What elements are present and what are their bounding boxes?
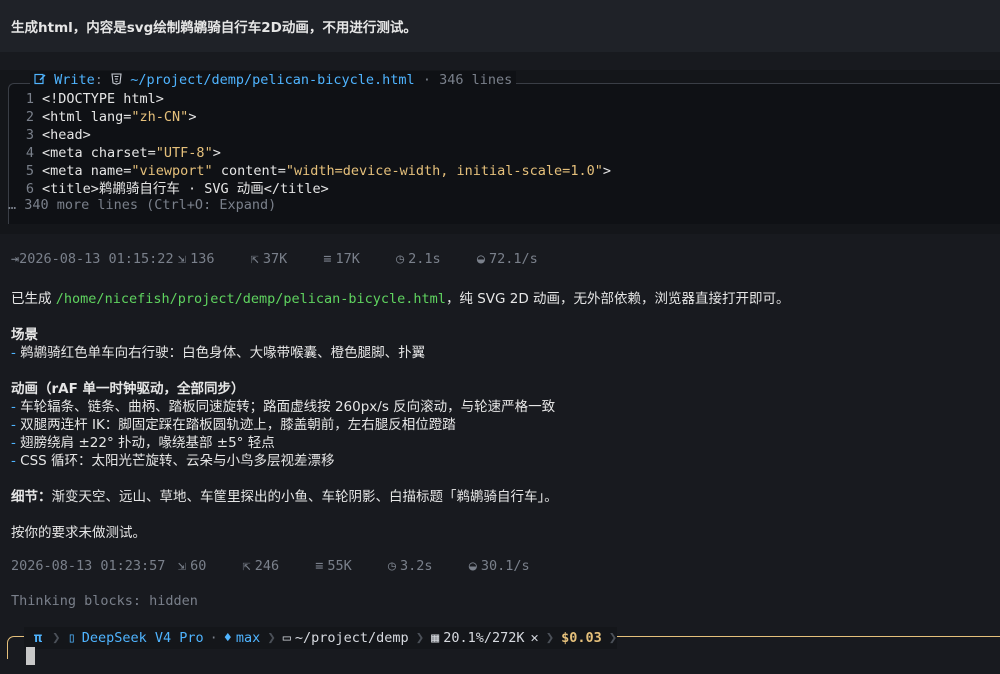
code-line: 5 <meta name="viewport" content="width=de… [0, 162, 611, 180]
list-item: - 车轮辐条、链条、曲柄、踏板同速旋转；路面虚线按 260px/s 反向滚动，与… [11, 399, 556, 415]
answer-summary: 已生成 /home/nicefish/project/demp/pelican-… [11, 291, 790, 307]
input-tokens-icon: ⇲ [178, 558, 187, 574]
folder-icon: ▭ [282, 630, 291, 646]
code-token: > [602, 163, 611, 179]
app-logo: π [34, 630, 43, 646]
code-token: > [188, 109, 197, 125]
chevron-right-icon: ❯ [545, 630, 555, 646]
tool-call-header[interactable]: Write: ~/project/demp/pelican-bicycle.ht… [30, 71, 517, 89]
cost-indicator: $0.03 [561, 630, 602, 646]
section-title-animation: 动画（rAF 单一时钟驱动，全部同步） [11, 381, 245, 397]
code-line: 1 <!DOCTYPE html> [0, 90, 164, 108]
cache-icon: ≡ [315, 558, 324, 574]
cwd-path: ~/project/demp [294, 630, 409, 646]
code-token: <html lang= [42, 109, 132, 125]
file-path-link[interactable]: ~/project/demp/pelican-bicycle.html [130, 72, 414, 88]
window-icon: ▦ [431, 630, 440, 646]
line-number: 2 [25, 109, 34, 125]
context-value: 20.1%/272K [443, 630, 525, 646]
line-number: 5 [25, 163, 34, 179]
code-string: "zh-CN" [131, 109, 189, 125]
status-bar: π ❯ ▯ DeepSeek V4 Pro · ♦ max ❯ ▭ ~/proj… [24, 627, 618, 649]
line-number: 6 [25, 181, 34, 197]
stat-output: 37K [262, 251, 288, 267]
tool-call-block: Write: ~/project/demp/pelican-bicycle.ht… [0, 70, 1000, 234]
clock-icon: ◷ [396, 251, 405, 267]
chevron-right-icon: ❯ [267, 630, 276, 646]
stat-timestamp: 2026-08-13 01:23:57 [11, 558, 166, 574]
text-cursor [26, 647, 35, 665]
code-string: "viewport" [131, 163, 213, 179]
tool-verb: Write [54, 72, 95, 88]
line-number: 3 [25, 127, 34, 143]
stats-values: ⇲ 60 ⇱ 246 ≡ 55K ◷ 3.2s ◒ 30.1/s [178, 558, 558, 574]
cache-icon: ≡ [323, 251, 332, 267]
user-message: 生成html，内容是svg绘制鹈鹕骑自行车2D动画，不用进行测试。 [0, 0, 1000, 52]
code-token: <!DOCTYPE html> [42, 91, 164, 107]
thinking-status[interactable]: Thinking blocks: hidden [11, 593, 198, 609]
output-tokens-icon: ⇱ [250, 251, 259, 267]
tools-icon: ✕ [530, 630, 539, 646]
input-tokens-icon: ⇲ [178, 251, 187, 267]
stats-bar: ⇥2026-08-13 01:15:22 [11, 251, 188, 267]
stat-timestamp: 2026-08-13 01:15:22 [19, 251, 174, 267]
model-selector[interactable]: ▯ DeepSeek V4 Pro · ♦ max [61, 628, 268, 648]
code-token: <title>鹈鹕骑自行车 · SVG 动画</title> [42, 181, 329, 197]
stats-bar: 2026-08-13 01:23:57 [11, 558, 179, 574]
code-line: 4 <meta charset="UTF-8"> [0, 144, 221, 162]
stats-values: ⇲ 136 ⇱ 37K ≡ 17K ◷ 2.1s ◒ 72.1/s [178, 251, 566, 267]
expand-hint[interactable]: … 340 more lines (Ctrl+O: Expand) [8, 197, 276, 213]
stat-time: 3.2s [400, 558, 433, 574]
model-name: DeepSeek V4 Pro [81, 630, 204, 646]
stat-cache: 17K [335, 251, 360, 267]
speed-icon: ◒ [476, 251, 485, 267]
stat-time: 2.1s [408, 251, 441, 267]
stat-input: 60 [190, 558, 207, 574]
code-line: 6 <title>鹈鹕骑自行车 · SVG 动画</title> [0, 180, 329, 198]
html-file-icon [111, 72, 130, 88]
stat-cache: 55K [327, 558, 352, 574]
list-item: - 鹈鹕骑红色单车向右行驶：白色身体、大喙带喉囊、橙色腿脚、扑翼 [11, 345, 426, 361]
list-item: - 翅膀绕肩 ±22° 扑动，喙绕基部 ±5° 轻点 [11, 435, 275, 451]
line-count: · 346 lines [422, 72, 513, 88]
write-icon [34, 72, 54, 88]
code-token: <meta name= [42, 163, 132, 179]
clock-icon: ◷ [387, 558, 397, 574]
code-token: <meta charset= [42, 145, 156, 161]
generated-file-path[interactable]: /home/nicefish/project/demp/pelican-bicy… [56, 291, 446, 307]
stat-speed: 72.1/s [488, 251, 538, 267]
speed-icon: ◒ [468, 558, 477, 574]
code-string: "width=device-width, initial-scale=1.0" [285, 163, 603, 179]
list-item: - 双腿两连杆 IK：脚固定踩在踏板圆轨迹上，膝盖朝前，左右腿反相位蹬踏 [11, 417, 456, 433]
input-tokens-icon: ⇥ [11, 251, 20, 267]
closing-line: 按你的要求未做测试。 [11, 525, 146, 541]
detail-line: 细节：渐变天空、远山、草地、车筐里探出的小鱼、车轮阴影、白描标题「鹈鹕骑自行车」… [11, 489, 558, 505]
effort-level: max [235, 630, 261, 646]
stat-output: 246 [254, 558, 280, 574]
line-number: 4 [25, 145, 34, 161]
output-tokens-icon: ⇱ [242, 558, 251, 574]
chevron-right-icon: ❯ [608, 630, 618, 646]
code-token: <head> [42, 127, 91, 143]
code-line: 3 <head> [0, 126, 91, 144]
stat-speed: 30.1/s [480, 558, 530, 574]
cwd-indicator: ▭ ~/project/demp [276, 628, 416, 648]
section-title-scene: 场景 [11, 327, 38, 343]
line-number: 1 [25, 91, 34, 107]
model-icon: ▯ [67, 630, 76, 646]
stat-input: 136 [190, 251, 215, 267]
code-token: content= [212, 163, 286, 179]
context-usage: ▦ 20.1%/272K ✕ [424, 628, 546, 648]
flame-icon: ♦ [223, 630, 232, 646]
chevron-right-icon: ❯ [52, 630, 61, 646]
code-token: > [212, 145, 221, 161]
code-string: "UTF-8" [155, 145, 213, 161]
list-item: - CSS 循环：太阳光芒旋转、云朵与小鸟多层视差漂移 [11, 453, 335, 469]
code-line: 2 <html lang="zh-CN"> [0, 108, 197, 126]
chevron-right-icon: ❯ [415, 630, 425, 646]
